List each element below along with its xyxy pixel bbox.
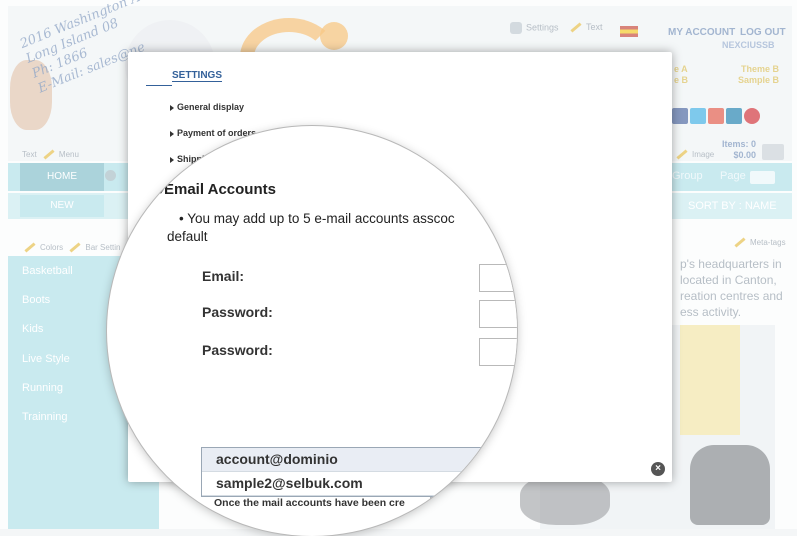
title-divider bbox=[146, 85, 172, 86]
list-item[interactable]: account@dominio bbox=[202, 448, 494, 472]
note-text: You may add up to 5 e-mail accounts assc… bbox=[187, 211, 455, 226]
password-label: Password: bbox=[202, 304, 273, 320]
password-field[interactable] bbox=[479, 300, 517, 328]
confirm-password-field[interactable] bbox=[479, 338, 517, 366]
email-accounts-heading: Email Accounts bbox=[164, 181, 276, 198]
magnified-content: Email Accounts • You may add up to 5 e-m… bbox=[107, 126, 517, 530]
email-accounts-note: • You may add up to 5 e-mail accounts as… bbox=[167, 210, 507, 246]
note-text-cont: default bbox=[167, 229, 208, 244]
add-account-button[interactable] bbox=[510, 388, 517, 408]
triangle-right-icon bbox=[170, 104, 174, 111]
email-field[interactable] bbox=[479, 264, 517, 292]
confirm-password-label: Password: bbox=[202, 342, 273, 358]
email-label: Email: bbox=[202, 268, 245, 284]
menu-item-label: General display bbox=[177, 102, 245, 112]
bullet: • bbox=[179, 211, 188, 226]
magnifier-lens: Email Accounts • You may add up to 5 e-m… bbox=[107, 126, 517, 536]
close-icon[interactable]: × bbox=[651, 462, 665, 476]
modal-title: SETTINGS bbox=[172, 70, 223, 81]
menu-item-general-display[interactable]: General display bbox=[170, 102, 244, 112]
accounts-footer-note: Once the mail accounts have been cre bbox=[214, 497, 405, 509]
list-item[interactable]: sample2@selbuk.com bbox=[202, 472, 494, 496]
email-accounts-list[interactable]: account@dominio sample2@selbuk.com bbox=[201, 447, 495, 497]
